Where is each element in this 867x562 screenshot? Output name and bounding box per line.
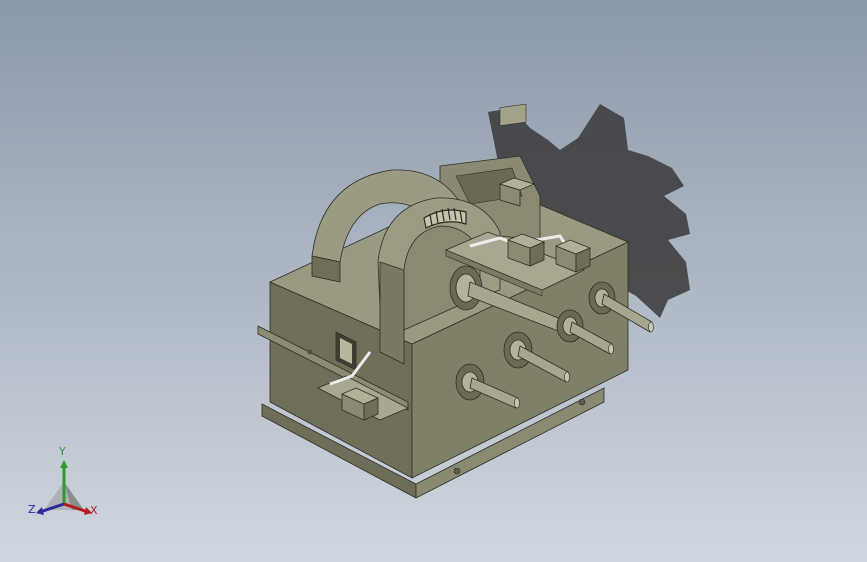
coordinate-triad: Y Z X: [22, 446, 106, 526]
gearbox-3d-model[interactable]: [0, 0, 867, 562]
z-axis-label: Z: [28, 503, 36, 516]
ledge-bolt: [307, 349, 313, 355]
cad-viewport[interactable]: Y Z X: [0, 0, 867, 562]
y-axis-label: Y: [59, 445, 66, 458]
x-axis-label: X: [90, 504, 98, 517]
